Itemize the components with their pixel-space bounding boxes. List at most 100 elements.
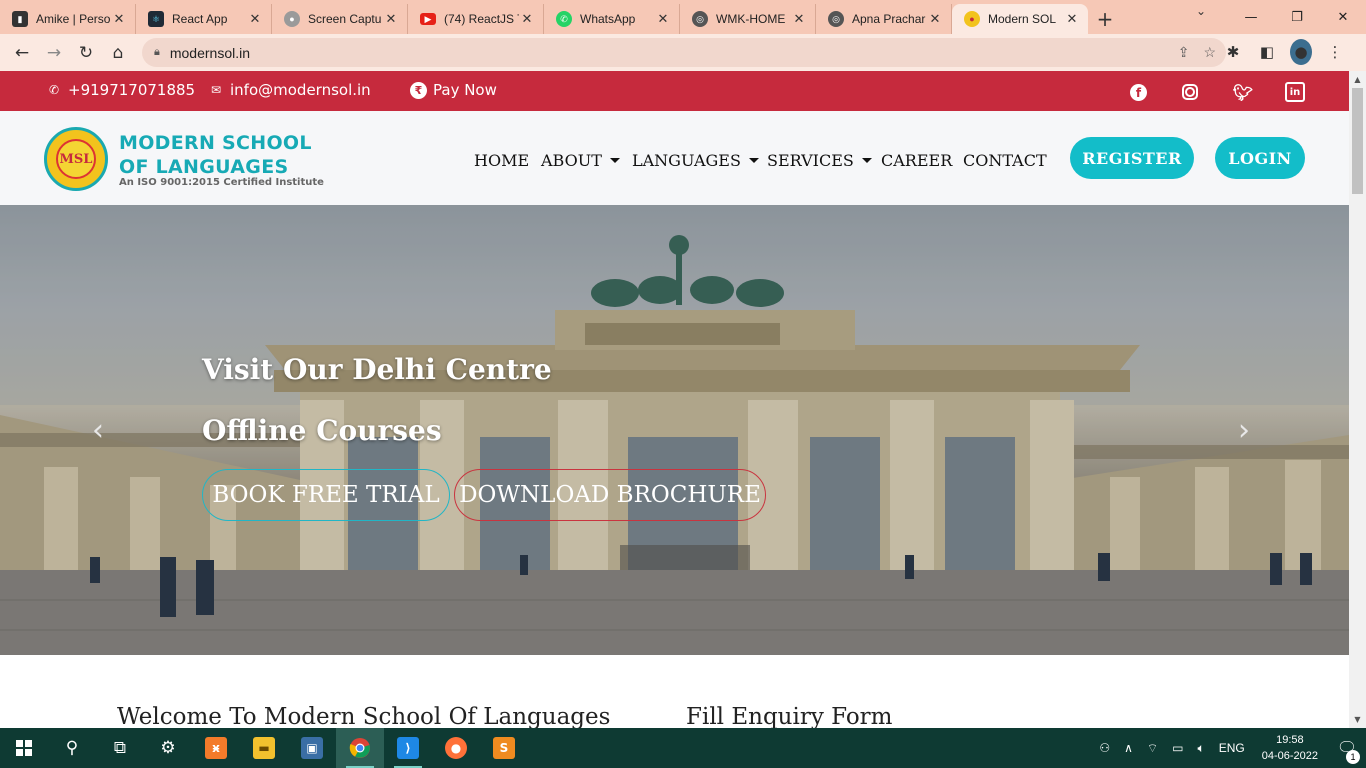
browser-tab[interactable]: ▶ (74) ReactJS T ✕ [408,4,544,34]
input-language[interactable]: ENG [1212,741,1252,755]
scroll-up-icon[interactable]: ▲ [1349,71,1366,88]
browser-tab[interactable]: ⚛ React App ✕ [136,4,272,34]
reload-icon[interactable]: ↻ [70,37,102,69]
file-explorer-icon[interactable]: ▬ [240,728,288,768]
scroll-down-icon[interactable]: ▼ [1349,711,1366,728]
profile-avatar-icon[interactable]: ● [1290,39,1312,65]
rupee-icon: ₹ [410,81,427,99]
sublime-text-icon[interactable]: S [480,728,528,768]
new-tab-button[interactable]: + [1088,4,1122,34]
login-button[interactable]: LOGIN [1215,137,1305,179]
whatsapp-favicon-icon: ✆ [556,11,572,27]
email-address: info@modernsol.in [230,81,371,99]
close-tab-icon[interactable]: ✕ [1064,11,1080,27]
carousel-next-icon[interactable]: › [1238,413,1250,448]
page-scrollbar[interactable]: ▲ ▼ [1349,71,1366,728]
browser-tab-active[interactable]: ● Modern SOL ✕ [952,4,1088,34]
browser-menu-icon[interactable]: ⋮ [1324,39,1346,65]
facebook-icon[interactable]: f [1130,84,1147,101]
download-brochure-button[interactable]: DOWNLOAD BROCHURE [454,469,766,521]
notification-count-badge: 1 [1346,750,1360,764]
clock[interactable]: 19:58 04-06-2022 [1252,732,1328,764]
firefox-icon[interactable]: ● [432,728,480,768]
linkedin-icon[interactable]: in [1285,82,1305,102]
window-controls: — ❐ ✕ [1228,0,1366,34]
volume-icon[interactable]: 🔈︎ [1191,741,1212,756]
browser-tab-strip: ▮ Amike | Perso ✕ ⚛ React App ✕ ● Screen… [0,0,1366,34]
site-header: MSL MODERN SCHOOL OF LANGUAGES An ISO 90… [0,111,1349,205]
close-tab-icon[interactable]: ✕ [111,11,127,27]
scrollbar-thumb[interactable] [1352,88,1363,194]
twitter-icon[interactable]: 🐦︎ [1233,82,1253,102]
lock-icon[interactable]: 🔒︎ [154,46,160,59]
side-panel-icon[interactable]: ◧ [1256,39,1278,65]
nav-home-label: HOME [474,151,530,170]
task-view-icon[interactable]: ⧉ [96,728,144,768]
tab-title: WhatsApp [580,12,636,26]
tab-title: Apna Prachar [852,12,926,26]
nav-contact-label: CONTACT [963,151,1047,170]
tab-title: Screen Captu [308,12,382,26]
browser-tab[interactable]: ✆ WhatsApp ✕ [544,4,680,34]
phone-link[interactable]: ✆ +919717071885 [46,81,195,99]
address-bar[interactable]: 🔒︎ modernsol.in ⇪ ☆ [142,38,1226,67]
tab-title: React App [172,12,228,26]
youtube-favicon-icon: ▶ [420,13,436,25]
book-free-trial-button[interactable]: BOOK FREE TRIAL [202,469,450,521]
photos-app-icon[interactable]: ▣ [288,728,336,768]
browser-tab[interactable]: ▮ Amike | Perso ✕ [0,4,136,34]
nav-contact[interactable]: CONTACT [963,151,1047,170]
close-window-icon[interactable]: ✕ [1320,0,1366,34]
settings-gear-icon[interactable]: ⚙ [144,728,192,768]
tab-title: Amike | Perso [36,12,111,26]
page-viewport: ✆ +919717071885 ✉ info@modernsol.in ₹ Pa… [0,71,1349,728]
react-favicon-icon: ⚛ [148,11,164,27]
forward-arrow-icon[interactable]: → [38,37,70,69]
xampp-icon[interactable]: ӿ [192,728,240,768]
url-text: modernsol.in [169,44,251,61]
people-icon[interactable]: ⚇ [1092,741,1117,755]
restore-icon[interactable]: ❐ [1274,0,1320,34]
nav-languages[interactable]: LANGUAGES [632,151,759,170]
close-tab-icon[interactable]: ✕ [791,11,807,27]
tab-search-chevron-icon[interactable]: ⌄ [1196,4,1206,18]
search-icon[interactable]: ⚲ [48,728,96,768]
windows-taskbar: ⚲ ⧉ ⚙ ӿ ▬ ▣ ⟩ ● S ⚇ ∧ ⌔ ▭ 🔈︎ ENG 19:58 0… [0,728,1366,768]
show-hidden-icons-chevron-icon[interactable]: ∧ [1117,741,1140,755]
battery-icon[interactable]: ▭ [1165,741,1190,755]
back-arrow-icon[interactable]: ← [6,37,38,69]
carousel-prev-icon[interactable]: ‹ [92,413,104,448]
brand-name[interactable]: MODERN SCHOOL OF LANGUAGES [119,131,312,179]
close-tab-icon[interactable]: ✕ [927,11,943,27]
instagram-icon[interactable] [1182,84,1198,100]
minimize-icon[interactable]: — [1228,0,1274,34]
home-icon[interactable]: ⌂ [102,37,134,69]
browser-tab[interactable]: ◎ WMK-HOME ✕ [680,4,816,34]
windows-start-icon[interactable] [0,728,48,768]
nav-services[interactable]: SERVICES [767,151,872,170]
browser-tab[interactable]: ● Screen Captu ✕ [272,4,408,34]
vscode-icon[interactable]: ⟩ [384,728,432,768]
bookmark-star-icon[interactable]: ☆ [1203,44,1216,61]
nav-career[interactable]: CAREER [881,151,952,170]
browser-tab[interactable]: ◎ Apna Prachar ✕ [816,4,952,34]
share-icon[interactable]: ⇪ [1178,44,1190,61]
caret-down-icon [609,158,620,163]
email-link[interactable]: ✉ info@modernsol.in [208,81,371,99]
nav-about[interactable]: ABOUT [541,151,620,170]
extensions-puzzle-icon[interactable]: ✱ [1222,39,1244,65]
close-tab-icon[interactable]: ✕ [519,11,535,27]
school-logo[interactable]: MSL [44,127,108,191]
chrome-icon[interactable] [336,728,384,768]
phone-number: +919717071885 [68,81,196,99]
brand-tagline: An ISO 9001:2015 Certified Institute [119,177,324,188]
tab-title: Modern SOL [988,12,1057,26]
close-tab-icon[interactable]: ✕ [655,11,671,27]
register-button[interactable]: REGISTER [1070,137,1194,179]
action-center-icon[interactable]: 🗨︎ 1 [1328,738,1366,764]
nav-home[interactable]: HOME [474,151,529,170]
close-tab-icon[interactable]: ✕ [247,11,263,27]
pay-now-link[interactable]: ₹ Pay Now [410,81,497,99]
network-icon[interactable]: ⌔ [1140,741,1165,756]
close-tab-icon[interactable]: ✕ [383,11,399,27]
